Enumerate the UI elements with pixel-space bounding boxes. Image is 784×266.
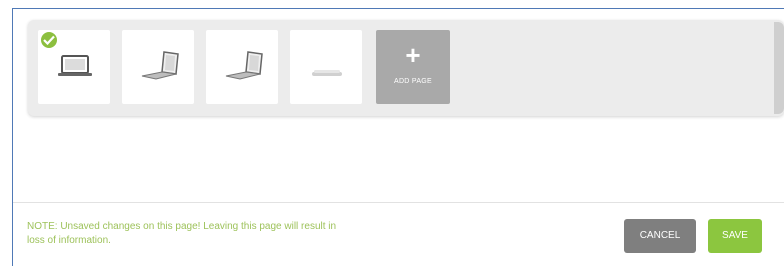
footer-divider (13, 202, 784, 203)
unsaved-changes-note: NOTE: Unsaved changes on this page! Leav… (27, 221, 337, 246)
laptop-closed-icon (312, 70, 342, 76)
page-thumbnail-3[interactable] (206, 30, 278, 104)
save-button[interactable]: SAVE (708, 219, 762, 253)
add-page-button[interactable]: + ADD PAGE (376, 30, 450, 104)
laptop-angled-icon (141, 51, 179, 80)
page-thumbnail-strip: + ADD PAGE (28, 20, 784, 116)
cancel-button[interactable]: CANCEL (624, 219, 696, 253)
page-thumbnail-4[interactable] (290, 30, 362, 104)
add-page-label: ADD PAGE (393, 78, 433, 85)
laptop-angled-icon (225, 51, 263, 80)
selected-check-icon (39, 30, 59, 50)
plus-icon: + (405, 40, 421, 70)
page-thumbnail-2[interactable] (122, 30, 194, 104)
strip-scroll-edge[interactable] (774, 22, 784, 114)
